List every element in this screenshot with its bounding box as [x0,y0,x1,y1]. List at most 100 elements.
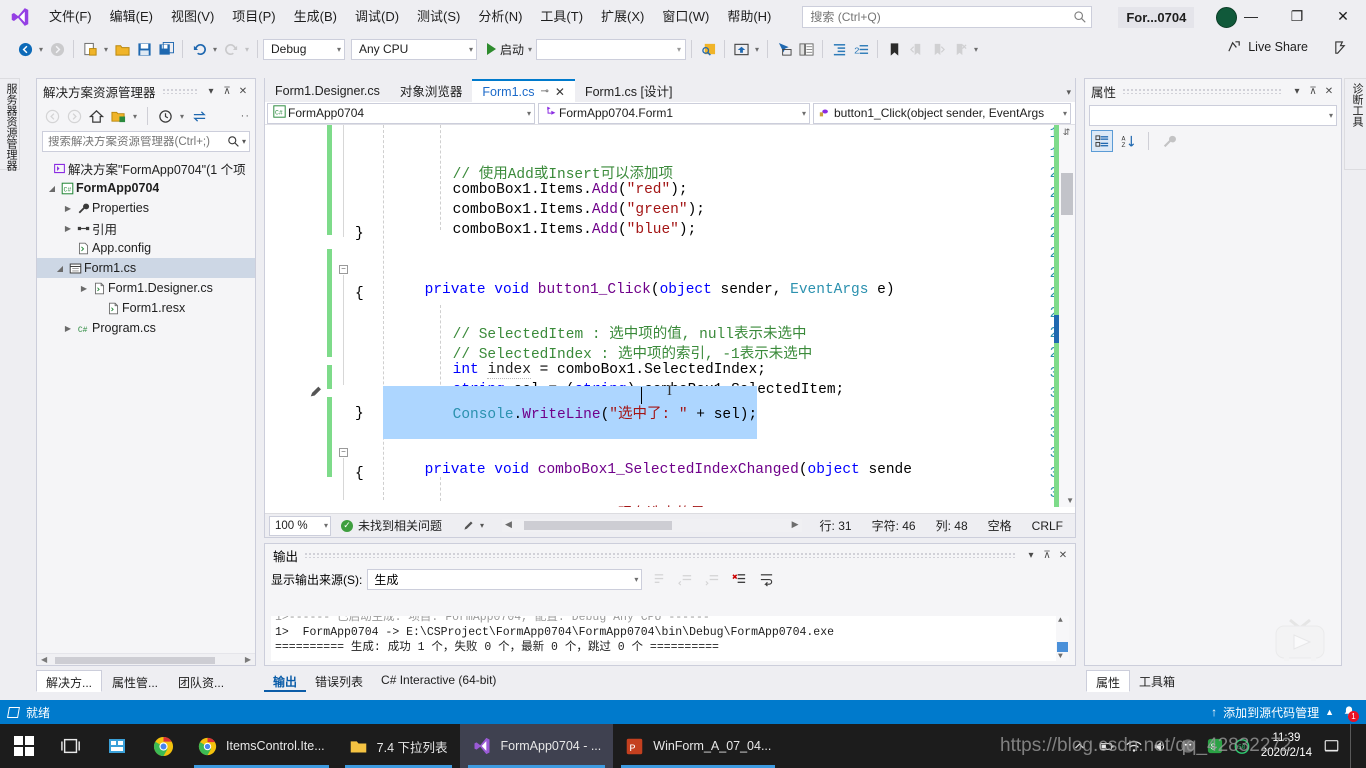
open-file-icon[interactable] [111,38,133,60]
scroll-up-icon[interactable]: ▲ [1058,616,1063,625]
action-center-icon[interactable] [1323,738,1339,754]
source-control-label[interactable]: 添加到源代码管理 [1223,704,1319,721]
solution-explorer-hscrollbar[interactable]: ◀ ▶ [37,653,255,665]
panel-menu-chevron-icon[interactable]: ▾ [1023,546,1039,564]
quick-launch-input[interactable] [810,10,1074,24]
tree-arrow-expanded[interactable]: ◢ [45,184,59,193]
antivirus-icon[interactable] [1180,738,1196,754]
scroll-left-icon[interactable]: ◀ [41,655,47,664]
scroll-thumb[interactable] [55,657,215,664]
toggle-word-wrap-icon[interactable] [755,568,777,590]
panel-drag-grip[interactable] [304,552,1017,558]
menu-build[interactable]: 生成(B) [285,0,346,34]
panel-pin-icon[interactable]: ⊼ [1039,546,1055,564]
scroll-down-icon[interactable]: ▼ [1058,652,1063,661]
editor-horizontal-scrollbar[interactable]: ◀ ▶ [502,519,802,532]
tree-arrow[interactable]: ▶ [61,324,75,333]
tab-overflow-chevron-icon[interactable]: ▾ [1066,87,1071,98]
dock-tab-property-manager[interactable]: 属性管... [102,670,168,692]
se-filter-caret-icon[interactable]: ▾ [130,112,140,121]
editor-issues-indicator[interactable]: ✓ 未找到相关问题 [331,517,452,534]
store-icon[interactable] [94,724,140,768]
tree-item-properties[interactable]: ▶ Properties [37,198,255,218]
editor-spaces-indicator[interactable]: 空格 [978,517,1022,534]
quick-launch-search[interactable] [802,6,1093,28]
chrome-icon[interactable] [140,724,186,768]
process-combo[interactable]: ▾ [536,38,687,60]
home-window-caret-icon[interactable]: ▾ [752,45,762,54]
scroll-right-icon[interactable]: ▶ [792,519,799,530]
fold-collapse-box[interactable]: − [339,448,348,457]
dock-tab-team-explorer[interactable]: 团队资... [168,670,234,692]
wechat-icon[interactable]: S [1207,738,1223,754]
menu-help[interactable]: 帮助(H) [718,0,780,34]
menu-view[interactable]: 视图(V) [162,0,223,34]
panel-close-icon[interactable]: ✕ [235,82,251,100]
comment-selection-icon[interactable]: 2 [850,38,872,60]
nav-member-combo[interactable]: button1_Click(object sender, EventArgs ▾ [813,102,1071,124]
categorized-view-icon[interactable] [1091,130,1113,152]
source-control-caret-icon[interactable]: ▲ [1325,707,1334,717]
scroll-left-icon[interactable]: ◀ [505,519,512,530]
search-options-caret-icon[interactable]: ▾ [240,137,246,146]
properties-grid[interactable] [1085,154,1341,665]
output-vertical-scrollbar[interactable]: ▲ ▼ [1056,616,1069,661]
menu-window[interactable]: 窗口(W) [653,0,718,34]
tree-item-form1-resx[interactable]: ▶ Form1.resx [37,298,255,318]
start-debug-button[interactable]: 启动 ▾ [483,41,536,58]
menu-edit[interactable]: 编辑(E) [101,0,162,34]
taskbar-app-folder[interactable]: 7.4 下拉列表 [337,724,460,768]
se-overflow-icon[interactable]: ·· [241,110,250,122]
dock-tab-csharp-interactive[interactable]: C# Interactive (64-bit) [372,670,505,692]
start-button[interactable] [0,724,48,768]
tab-form1-designer-cs[interactable]: Form1.Designer.cs [265,79,390,102]
menu-extensions[interactable]: 扩展(X) [592,0,653,34]
save-all-icon[interactable] [155,38,177,60]
se-pending-caret-icon[interactable]: ▾ [177,112,187,121]
tab-object-browser[interactable]: 对象浏览器 [389,79,473,102]
dock-tab-properties[interactable]: 属性 [1086,670,1131,692]
tree-item-form1-designer-cs[interactable]: ▶ Form1.Designer.cs [37,278,255,298]
dock-tab-solution-explorer[interactable]: 解决方... [36,670,103,692]
output-source-combo[interactable]: 生成 ▾ [367,568,643,590]
code-text-area[interactable]: − − 18 19 20 21 22 23 24 25 26 27 28 29 … [265,125,1075,507]
nav-project-combo[interactable]: C# FormApp0704 ▾ [267,102,535,124]
panel-pin-icon[interactable]: ⊼ [219,82,235,100]
solution-platform-combo[interactable]: Any CPU ▾ [351,38,477,60]
menu-file[interactable]: 文件(F) [40,0,101,34]
tab-form1-cs-design[interactable]: Form1.cs [设计] [574,79,683,102]
screen-recorder-icon[interactable]: 50 [1234,738,1250,754]
editor-vertical-scrollbar[interactable]: ⇵ ▼ [1059,125,1075,507]
tray-expand-icon[interactable] [1072,738,1088,754]
tree-item-form1-cs[interactable]: ◢ Form1.cs [37,258,255,278]
new-project-caret-icon[interactable]: ▾ [101,45,111,54]
dock-tab-toolbox[interactable]: 工具箱 [1130,670,1184,692]
tree-arrow[interactable]: ▶ [61,224,75,233]
task-view-button[interactable] [48,724,94,768]
undo-icon[interactable] [188,38,210,60]
save-icon[interactable] [133,38,155,60]
tab-pin-icon[interactable]: ⊸ [541,86,549,97]
panel-close-icon[interactable]: ✕ [1321,82,1337,100]
toolbox-pointer-icon[interactable] [773,38,795,60]
tree-arrow[interactable]: ▶ [61,204,75,213]
solution-explorer-search[interactable]: ▾ [42,131,250,152]
scroll-right-icon[interactable]: ▶ [245,655,251,664]
feedback-icon[interactable] [1333,40,1348,58]
split-view-icon[interactable]: ⇵ [1061,127,1072,138]
scroll-down-icon[interactable]: ▼ [1066,496,1074,505]
panel-drag-grip[interactable] [1122,88,1283,94]
tab-close-icon[interactable]: ✕ [555,85,565,99]
dock-tab-error-list[interactable]: 错误列表 [306,670,372,692]
solution-explorer-search-input[interactable] [48,135,227,148]
fold-collapse-box[interactable]: − [339,265,348,274]
increase-indent-icon[interactable] [828,38,850,60]
menu-project[interactable]: 项目(P) [223,0,284,34]
battery-icon[interactable] [1099,738,1115,754]
navigate-backward-caret-icon[interactable]: ▾ [36,45,46,54]
wifi-icon[interactable] [1126,738,1142,754]
output-text-area[interactable]: 1>------ 已启动生成: 项目: FormApp0704, 配置: Deb… [271,616,1069,661]
scroll-thumb[interactable] [524,521,673,530]
clear-output-icon[interactable] [728,568,750,590]
menu-test[interactable]: 测试(S) [408,0,469,34]
